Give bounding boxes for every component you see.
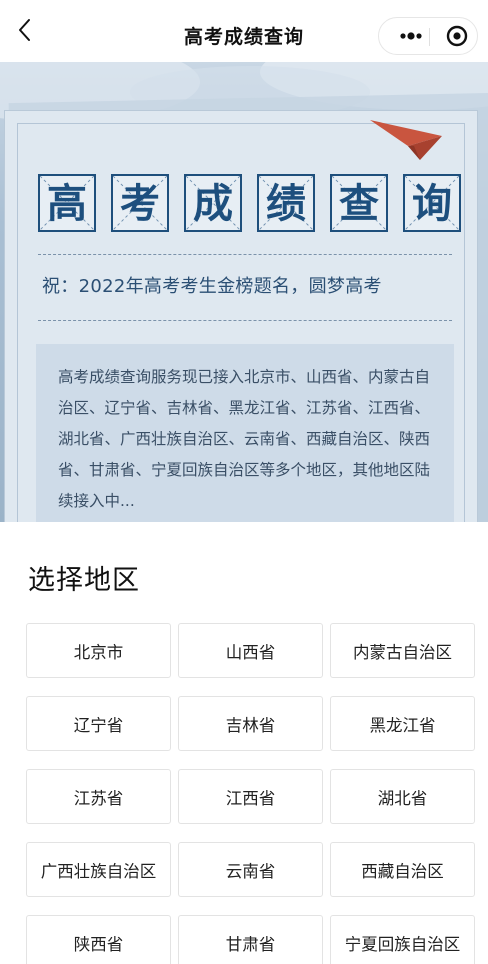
title-char-box: 询 bbox=[403, 174, 461, 232]
title-char: 高 bbox=[47, 180, 87, 227]
paper-plane-icon bbox=[370, 120, 442, 160]
title-char: 成 bbox=[193, 180, 233, 227]
title-char: 查 bbox=[339, 180, 379, 227]
region-button-gansu[interactable]: 甘肃省 bbox=[178, 915, 323, 964]
sheet-title: 选择地区 bbox=[28, 565, 140, 596]
banner: 高 考 成 绩 查 询 祝：2022年高考考生金榜题名，圆梦高考 高考成绩查询服… bbox=[0, 62, 488, 522]
dashed-divider bbox=[38, 254, 452, 255]
capsule-divider bbox=[429, 28, 430, 46]
region-button-liaoning[interactable]: 辽宁省 bbox=[26, 696, 171, 751]
region-button-ningxia[interactable]: 宁夏回族自治区 bbox=[330, 915, 475, 964]
title-char-box: 成 bbox=[184, 174, 242, 232]
title-char: 考 bbox=[120, 180, 160, 227]
notice-text: 高考成绩查询服务现已接入北京市、山西省、内蒙古自治区、辽宁省、吉林省、黑龙江省、… bbox=[58, 368, 431, 510]
region-button-jiangxi[interactable]: 江西省 bbox=[178, 769, 323, 824]
dashed-divider bbox=[38, 320, 452, 321]
title-char: 询 bbox=[412, 180, 452, 227]
region-sheet: 选择地区 北京市 山西省 内蒙古自治区 辽宁省 吉林省 黑龙江省 江苏省 江西省… bbox=[0, 522, 488, 964]
target-close-icon[interactable] bbox=[439, 18, 475, 54]
title-char-box: 高 bbox=[38, 174, 96, 232]
title-char-box: 考 bbox=[111, 174, 169, 232]
notice-box: 高考成绩查询服务现已接入北京市、山西省、内蒙古自治区、辽宁省、吉林省、黑龙江省、… bbox=[36, 344, 454, 522]
region-button-shanxi[interactable]: 山西省 bbox=[178, 623, 323, 678]
region-button-guangxi[interactable]: 广西壮族自治区 bbox=[26, 842, 171, 897]
banner-title: 高 考 成 绩 查 询 bbox=[38, 174, 462, 232]
title-char-box: 查 bbox=[330, 174, 388, 232]
region-button-neimenggu[interactable]: 内蒙古自治区 bbox=[330, 623, 475, 678]
region-button-xizang[interactable]: 西藏自治区 bbox=[330, 842, 475, 897]
region-button-beijing[interactable]: 北京市 bbox=[26, 623, 171, 678]
region-button-jilin[interactable]: 吉林省 bbox=[178, 696, 323, 751]
region-button-jiangsu[interactable]: 江苏省 bbox=[26, 769, 171, 824]
region-button-heilongjiang[interactable]: 黑龙江省 bbox=[330, 696, 475, 751]
title-char-box: 绩 bbox=[257, 174, 315, 232]
region-button-hubei[interactable]: 湖北省 bbox=[330, 769, 475, 824]
mini-program-capsule bbox=[378, 17, 478, 55]
more-dots-icon[interactable] bbox=[393, 18, 429, 54]
navigation-bar: 高考成绩查询 bbox=[0, 0, 488, 62]
wish-text: 祝：2022年高考考生金榜题名，圆梦高考 bbox=[42, 276, 382, 297]
title-char: 绩 bbox=[266, 180, 306, 227]
region-button-yunnan[interactable]: 云南省 bbox=[178, 842, 323, 897]
region-button-shaanxi[interactable]: 陕西省 bbox=[26, 915, 171, 964]
